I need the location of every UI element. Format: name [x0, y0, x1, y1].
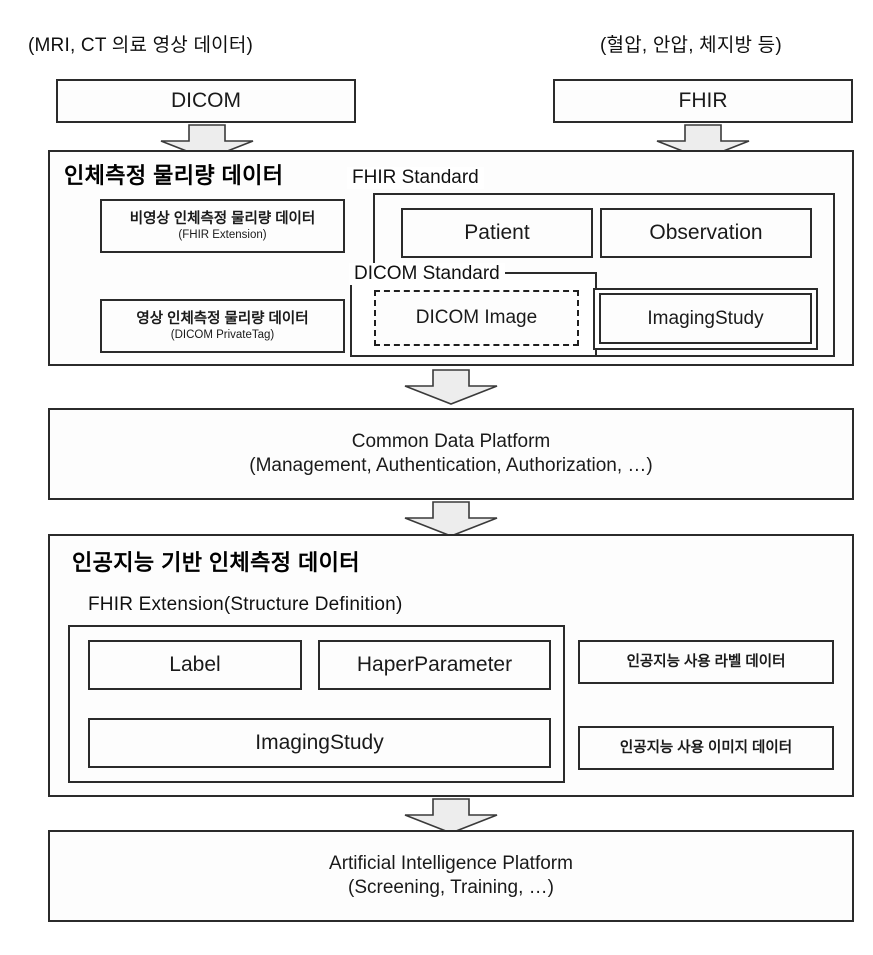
fhir-source-box[interactable]: FHIR: [553, 79, 853, 123]
measurement-section-title: 인체측정 물리량 데이터: [64, 163, 284, 188]
common-data-platform-line1: Common Data Platform: [351, 431, 551, 453]
ai-section-title: 인공지능 기반 인체측정 데이터: [72, 550, 360, 575]
haper-parameter-box[interactable]: HaperParameter: [318, 640, 551, 690]
non-image-measurement-label-line1: 비영상 인체측정 물리량 데이터: [129, 210, 316, 227]
ai-platform-box[interactable]: Artificial Intelligence Platform (Screen…: [48, 830, 854, 922]
dicom-image-box[interactable]: DICOM Image: [374, 290, 579, 346]
common-data-platform-box[interactable]: Common Data Platform (Management, Authen…: [48, 408, 854, 500]
common-data-platform-line2: (Management, Authentication, Authorizati…: [249, 455, 653, 476]
non-image-measurement-label-line2: (FHIR Extension): [178, 228, 267, 241]
dicom-standard-label: DICOM Standard: [349, 263, 505, 285]
caption-right-source: (혈압, 안압, 체지방 등): [600, 35, 782, 56]
ai-label-data-box[interactable]: 인공지능 사용 라벨 데이터: [578, 640, 834, 684]
ai-platform-line2: (Screening, Training, …): [348, 877, 554, 898]
observation-box[interactable]: Observation: [600, 208, 812, 258]
arrow-measurement-to-platform: [403, 369, 499, 405]
arrow-platform-to-ai: [403, 501, 499, 537]
dicom-source-box[interactable]: DICOM: [56, 79, 356, 123]
label-box[interactable]: Label: [88, 640, 302, 690]
ai-section-subtitle: FHIR Extension(Structure Definition): [88, 594, 403, 615]
image-measurement-label-line1: 영상 인체측정 물리량 데이터: [136, 310, 309, 327]
imaging-study-box-measurement[interactable]: ImagingStudy: [599, 293, 812, 344]
fhir-standard-label: FHIR Standard: [347, 167, 484, 189]
image-measurement-label-line2: (DICOM PrivateTag): [170, 328, 275, 341]
patient-box[interactable]: Patient: [401, 208, 593, 258]
non-image-measurement-box[interactable]: 비영상 인체측정 물리량 데이터 (FHIR Extension): [100, 199, 345, 253]
diagram-canvas: (MRI, CT 의료 영상 데이터) (혈압, 안압, 체지방 등) DICO…: [0, 0, 873, 955]
ai-platform-line1: Artificial Intelligence Platform: [329, 853, 573, 875]
arrow-ai-to-ai-platform: [403, 798, 499, 834]
ai-image-data-box[interactable]: 인공지능 사용 이미지 데이터: [578, 726, 834, 770]
image-measurement-box[interactable]: 영상 인체측정 물리량 데이터 (DICOM PrivateTag): [100, 299, 345, 353]
caption-left-source: (MRI, CT 의료 영상 데이터): [28, 35, 254, 56]
imaging-study-box-ai[interactable]: ImagingStudy: [88, 718, 551, 768]
